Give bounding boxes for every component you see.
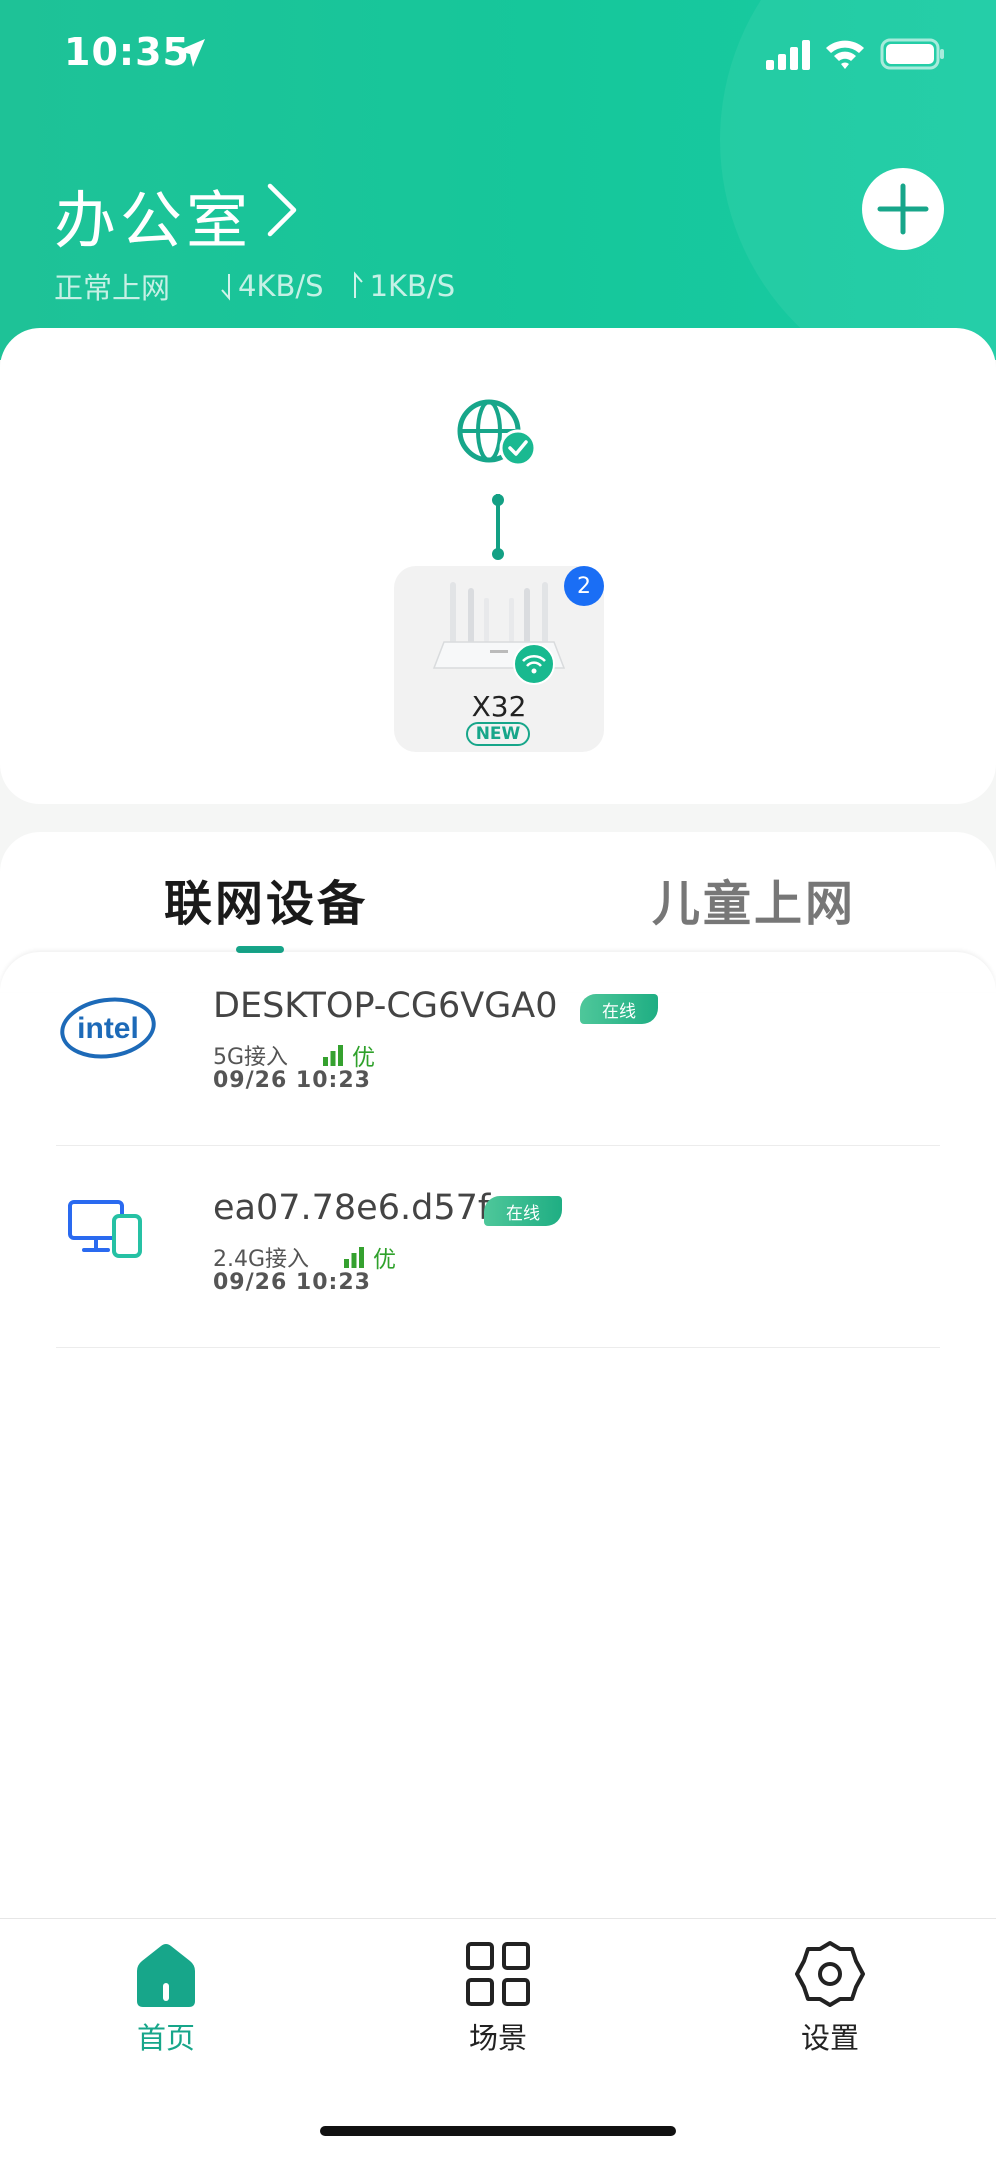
nav-settings[interactable]: 设置 <box>760 1939 900 2057</box>
device-list-item[interactable]: ea07.78e6.d57f 在线 2.4G接入 优 09/26 10:23 <box>56 1148 940 1348</box>
topology-dot-bottom <box>492 548 504 560</box>
gear-icon <box>795 1941 865 2007</box>
header: 10:35 办公室 正常上网 4KB/S 1KB/S <box>0 0 996 360</box>
signal-strength-icon <box>323 1045 344 1066</box>
download-arrow-icon <box>221 274 231 301</box>
location-arrow-icon <box>177 39 205 67</box>
online-status-badge: 在线 <box>580 994 658 1024</box>
connection-time: 09/26 10:23 <box>213 1270 371 1295</box>
nav-home-label: 首页 <box>136 2021 195 2055</box>
download-rate-value: 4KB/S <box>238 269 324 303</box>
download-rate: 4KB/S <box>218 269 324 303</box>
connection-band: 2.4G接入 <box>213 1247 310 1272</box>
intel-logo-icon: intel <box>60 997 156 1059</box>
bottom-navigation: 首页 场景 设置 <box>0 1918 996 2157</box>
add-device-button[interactable] <box>862 168 944 250</box>
nav-scene[interactable]: 场景 <box>428 1939 568 2057</box>
chevron-right-icon[interactable] <box>262 180 302 240</box>
internet-globe-icon[interactable] <box>456 398 540 468</box>
cellular-signal-icon <box>766 40 810 70</box>
upload-rate: 1KB/S <box>350 269 456 303</box>
tab-parental-control[interactable]: 儿童上网 <box>652 864 856 934</box>
device-name: ea07.78e6.d57f <box>213 1188 491 1228</box>
grid-icon <box>466 1942 530 2006</box>
wifi-status-icon <box>826 40 864 69</box>
new-badge: NEW <box>466 722 530 746</box>
plus-icon <box>877 183 929 235</box>
nav-home[interactable]: 首页 <box>96 1939 236 2057</box>
nav-settings-label: 设置 <box>800 2021 859 2055</box>
network-status-text: 正常上网 <box>54 271 171 305</box>
connection-band: 5G接入 <box>213 1045 289 1070</box>
device-list-item[interactable]: intel DESKTOP-CG6VGA0 在线 5G接入 优 09/26 10… <box>56 946 940 1146</box>
signal-strength-icon <box>344 1247 365 1268</box>
signal-quality: 优 <box>373 1247 397 1273</box>
network-status: 正常上网 4KB/S 1KB/S <box>54 265 455 307</box>
status-time: 10:35 <box>64 30 190 74</box>
router-name: X32 <box>471 690 527 723</box>
upload-arrow-icon <box>353 271 363 298</box>
status-bar: 10:35 <box>0 0 996 110</box>
connection-time: 09/26 10:23 <box>213 1068 371 1093</box>
client-count-badge: 2 <box>564 566 604 606</box>
wifi6-icon <box>513 643 555 685</box>
device-connection: 5G接入 优 <box>213 1038 375 1072</box>
topology-connector <box>496 494 500 554</box>
tab-connected-devices[interactable]: 联网设备 <box>164 864 368 934</box>
upload-rate-value: 1KB/S <box>369 269 456 303</box>
svg-text:intel: intel <box>77 1012 139 1045</box>
online-status-badge: 在线 <box>484 1196 562 1226</box>
home-icon <box>137 1944 195 2007</box>
home-name-title[interactable]: 办公室 <box>54 170 252 260</box>
signal-quality: 优 <box>352 1045 376 1071</box>
home-indicator-bar <box>320 2126 676 2136</box>
device-name: DESKTOP-CG6VGA0 <box>213 986 558 1026</box>
device-connection: 2.4G接入 优 <box>213 1240 396 1274</box>
battery-icon <box>880 38 944 70</box>
nav-scene-label: 场景 <box>468 2021 527 2055</box>
multi-device-icon <box>68 1200 142 1258</box>
